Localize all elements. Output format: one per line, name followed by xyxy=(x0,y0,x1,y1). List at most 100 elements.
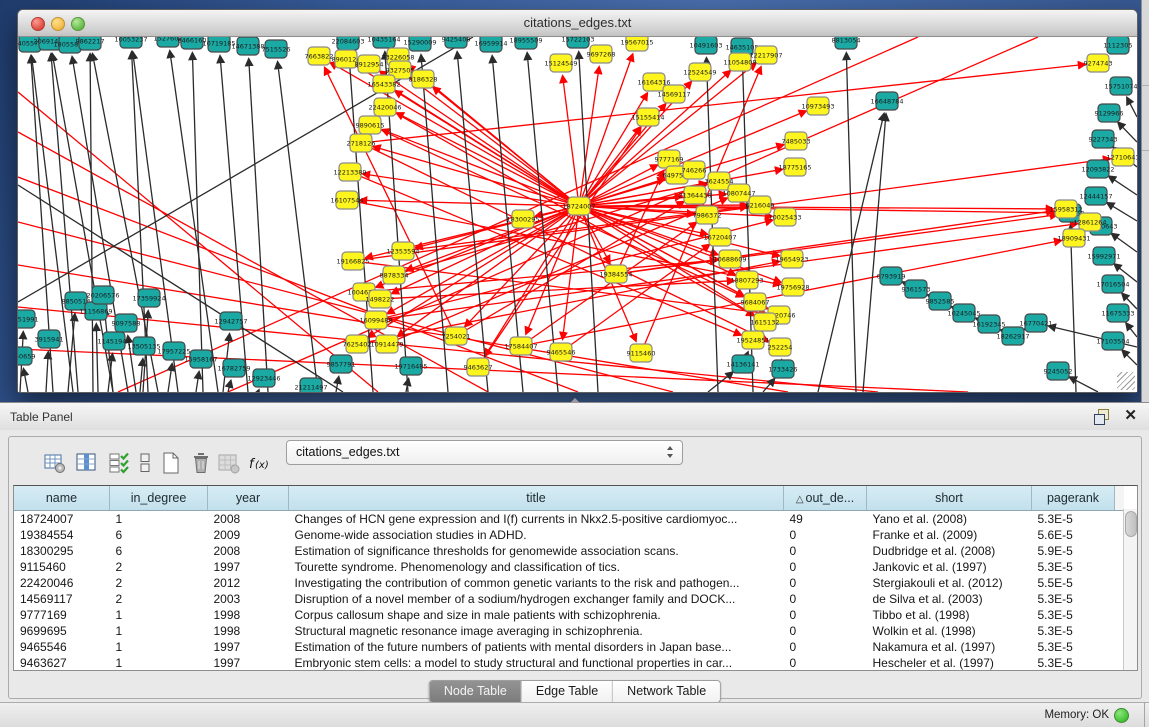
network-node[interactable]: 17016504 xyxy=(1096,275,1129,293)
network-node[interactable]: 15992971 xyxy=(1087,247,1120,265)
network-node[interactable]: 17584407 xyxy=(504,337,537,355)
table-selector-dropdown[interactable]: citations_edges.txt xyxy=(286,440,683,465)
network-node[interactable]: 9245052 xyxy=(1044,362,1073,380)
network-node[interactable]: 1615132 xyxy=(751,313,780,331)
network-node[interactable]: 8912954 xyxy=(355,55,384,73)
network-node[interactable]: 17103504 xyxy=(1096,332,1129,350)
scrollbar-thumb[interactable] xyxy=(1125,511,1137,537)
window-resize-grip[interactable] xyxy=(1117,372,1135,390)
network-node[interactable]: 8813054 xyxy=(832,37,861,49)
network-node[interactable]: 12353594 xyxy=(386,242,419,260)
table-row[interactable]: 977716911998Corpus callosum shape and si… xyxy=(14,607,1124,623)
network-node[interactable]: 8186328 xyxy=(409,70,438,88)
network-node[interactable]: 8878334 xyxy=(380,266,409,284)
network-node[interactable]: 9361573 xyxy=(902,280,931,298)
column-header-name[interactable]: name xyxy=(14,486,110,511)
table-row[interactable]: 1872400712008Changes of HCN gene express… xyxy=(14,511,1124,528)
network-node[interactable]: 15124549 xyxy=(544,54,577,72)
network-node[interactable]: 12710643 xyxy=(1106,148,1137,166)
table-row[interactable]: 969969511998Structural magnetic resonanc… xyxy=(14,623,1124,639)
table-row[interactable]: 946362711997Embryonic stem cells: a mode… xyxy=(14,655,1124,671)
table-vertical-scrollbar[interactable] xyxy=(1123,509,1137,670)
network-node[interactable]: 9115460 xyxy=(627,344,656,362)
network-node[interactable]: 9097588 xyxy=(112,314,141,332)
network-node[interactable]: 10688609 xyxy=(713,250,746,268)
network-node[interactable]: 9697268 xyxy=(587,45,616,63)
splitter-handle-icon[interactable] xyxy=(570,398,580,403)
table-row[interactable]: 1830029562008Estimation of significance … xyxy=(14,543,1124,559)
network-node[interactable]: 22084603 xyxy=(331,37,364,50)
network-node[interactable]: 21211497 xyxy=(294,378,327,392)
network-node[interactable]: 10973493 xyxy=(801,97,834,115)
network-node[interactable]: 12093822 xyxy=(1081,160,1114,178)
network-node[interactable]: 9852585 xyxy=(926,292,955,310)
network-node[interactable]: 11675333 xyxy=(1101,304,1134,322)
network-node[interactable]: 10491603 xyxy=(689,37,722,54)
network-node[interactable]: 9862217 xyxy=(76,37,105,50)
network-node[interactable]: 15751074 xyxy=(1104,77,1137,95)
network-node[interactable]: 746266 xyxy=(682,161,707,179)
network-node[interactable]: 9274743 xyxy=(1084,54,1113,72)
node-table[interactable]: namein_degreeyeartitle△out_de...shortpag… xyxy=(13,485,1138,671)
tab-node-table[interactable]: Node Table xyxy=(430,681,522,702)
network-node[interactable]: 1498222 xyxy=(366,290,395,308)
select-rows-icon[interactable] xyxy=(107,451,131,475)
cell-view-icon[interactable] xyxy=(133,451,157,475)
network-node[interactable]: 13505135 xyxy=(127,337,160,355)
network-node[interactable]: 19567015 xyxy=(620,37,653,51)
network-node[interactable]: 9890615 xyxy=(356,116,385,134)
new-column-icon[interactable] xyxy=(159,451,183,475)
network-node[interactable]: 18300295 xyxy=(506,210,539,228)
citation-network-graph[interactable]: 1405572420691406180558409862217100532371… xyxy=(18,37,1137,392)
network-node[interactable]: 7663822 xyxy=(305,47,334,65)
table-row[interactable]: 911546021997Tourette syndrome. Phenomeno… xyxy=(14,559,1124,575)
network-node[interactable]: 252254 xyxy=(768,338,793,356)
network-canvas[interactable]: 1405572420691406180558409862217100532371… xyxy=(18,37,1137,392)
network-node[interactable]: 18955509 xyxy=(509,37,542,49)
tab-edge-table[interactable]: Edge Table xyxy=(522,681,613,702)
network-node[interactable]: 12444157 xyxy=(1079,187,1112,205)
network-node[interactable]: 1112305 xyxy=(1104,37,1133,54)
network-node[interactable]: 7851991 xyxy=(18,310,38,328)
table-row[interactable]: 1456911722003Disruption of a novel membe… xyxy=(14,591,1124,607)
column-header-in_degree[interactable]: in_degree xyxy=(110,486,208,511)
network-node[interactable]: 3915941 xyxy=(35,330,64,348)
network-node[interactable]: 9425408 xyxy=(442,37,471,48)
network-node[interactable]: 19756928 xyxy=(776,278,809,296)
network-node[interactable]: 15290009 xyxy=(403,37,436,51)
network-node[interactable]: 10053237 xyxy=(114,37,147,48)
network-node[interactable]: 10435164 xyxy=(367,37,400,48)
column-visibility-icon[interactable] xyxy=(75,451,99,475)
network-node[interactable]: 15722103 xyxy=(561,37,594,48)
network-node[interactable]: 9463627 xyxy=(464,358,493,376)
network-node[interactable]: 12213389 xyxy=(333,163,366,181)
network-node[interactable]: 9227343 xyxy=(1089,130,1118,148)
network-node[interactable]: 6793919 xyxy=(877,267,906,285)
network-node[interactable]: 19524851 xyxy=(736,331,769,349)
network-node[interactable]: 10914479 xyxy=(370,335,403,353)
network-node[interactable]: 2718126 xyxy=(347,134,376,152)
network-node[interactable]: 19654923 xyxy=(775,250,808,268)
network-node[interactable]: 14136141 xyxy=(726,355,759,373)
network-node[interactable]: 12524549 xyxy=(683,63,716,81)
network-node[interactable]: 18909431 xyxy=(1057,229,1090,247)
network-node[interactable]: 1733426 xyxy=(769,360,798,378)
network-node[interactable]: 9777169 xyxy=(655,150,684,168)
column-header-out_degree[interactable]: △out_de... xyxy=(784,486,867,511)
network-node[interactable]: 7485033 xyxy=(782,132,811,150)
network-node[interactable]: 16959914 xyxy=(474,37,507,52)
column-header-pagerank[interactable]: pagerank xyxy=(1032,486,1115,511)
tab-network-table[interactable]: Network Table xyxy=(613,681,720,702)
network-node[interactable]: 9857791 xyxy=(327,355,356,373)
import-table-icon[interactable] xyxy=(217,451,241,475)
network-node[interactable]: 7986372 xyxy=(693,206,722,224)
network-node[interactable]: 20206576 xyxy=(86,286,119,304)
network-node[interactable]: 19716485 xyxy=(394,357,427,375)
network-node[interactable]: 17359924 xyxy=(132,289,165,307)
table-row[interactable]: 1938455462009Genome-wide association stu… xyxy=(14,527,1124,543)
table-row[interactable]: 946554611997Estimation of the future num… xyxy=(14,639,1124,655)
window-titlebar[interactable]: citations_edges.txt xyxy=(18,10,1137,37)
column-header-short[interactable]: short xyxy=(867,486,1032,511)
function-builder-icon[interactable]: f(x) xyxy=(247,451,271,475)
network-node[interactable]: 9465546 xyxy=(547,343,576,361)
